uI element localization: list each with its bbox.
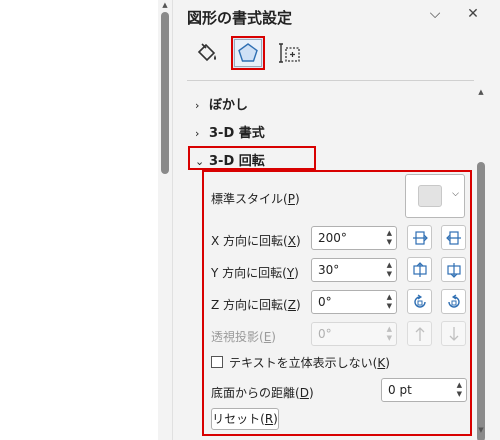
scroll-up-icon[interactable]: ▲ xyxy=(161,1,169,9)
section-3d-format[interactable]: › 3-D 書式 xyxy=(195,122,265,141)
section-blur-label: ぼかし xyxy=(209,98,249,113)
reset-button[interactable]: リセット(R) xyxy=(211,408,279,430)
spinner-arrows-icon[interactable]: ▲ ▼ xyxy=(387,325,392,343)
y-rotation-label: Y 方向に回転(Y) xyxy=(211,266,299,280)
spinner-arrows-icon[interactable]: ▲ ▼ xyxy=(457,381,462,399)
pane-options-chevron-down-icon[interactable]: ⌵ xyxy=(425,6,445,22)
x-rotation-label: X 方向に回転(X) xyxy=(211,234,301,248)
fill-line-icon[interactable] xyxy=(189,36,223,70)
distance-from-ground-input[interactable]: 0 pt ▲ ▼ xyxy=(381,378,467,402)
scroll-down-icon[interactable]: ▼ xyxy=(477,426,485,434)
section-blur[interactable]: › ぼかし xyxy=(195,94,248,113)
perspective-input[interactable]: 0° ▲ ▼ xyxy=(311,322,397,346)
preset-dropdown[interactable]: ⌵ xyxy=(405,174,465,218)
pane-title: 図形の書式設定 xyxy=(187,9,293,27)
z-rotate-counterclockwise-icon[interactable] xyxy=(407,289,432,314)
spinner-arrows-icon[interactable]: ▲ ▼ xyxy=(387,261,392,279)
chevron-right-icon: › xyxy=(195,127,200,140)
preset-label: 標準スタイル(P) xyxy=(211,192,300,206)
scroll-up-icon[interactable]: ▲ xyxy=(477,88,485,96)
x-rotation-input[interactable]: 200° ▲ ▼ xyxy=(311,226,397,250)
screen: ▲ 図形の書式設定 ⌵ ✕ › ぼかし › 3-D 書式 ⌄ 3-D 回転 標準… xyxy=(0,0,500,440)
perspective-label: 透視投影(E) xyxy=(211,330,276,344)
spinner-arrows-icon[interactable]: ▲ ▼ xyxy=(387,293,392,311)
effects-icon[interactable] xyxy=(231,36,265,70)
y-rotation-input[interactable]: 30° ▲ ▼ xyxy=(311,258,397,282)
perspective-narrow-icon[interactable] xyxy=(407,321,432,346)
close-icon[interactable]: ✕ xyxy=(463,6,483,22)
z-rotation-input[interactable]: 0° ▲ ▼ xyxy=(311,290,397,314)
chevron-down-icon: ⌵ xyxy=(452,189,459,199)
z-rotate-clockwise-icon[interactable] xyxy=(441,289,466,314)
y-rotate-up-icon[interactable] xyxy=(407,257,432,282)
highlight-section-header xyxy=(188,146,316,170)
document-area xyxy=(0,0,158,440)
pane-scrollbar[interactable]: ▲ ▼ xyxy=(475,86,487,440)
document-scrollbar[interactable]: ▲ xyxy=(158,0,172,440)
x-rotate-left-icon[interactable] xyxy=(407,225,432,250)
z-rotation-label: Z 方向に回転(Z) xyxy=(211,298,301,312)
document-scroll-thumb[interactable] xyxy=(161,12,169,174)
section-3d-format-label: 3-D 書式 xyxy=(209,126,265,141)
spinner-arrows-icon[interactable]: ▲ ▼ xyxy=(387,229,392,247)
preset-swatch xyxy=(418,185,442,207)
keep-text-flat-checkbox[interactable] xyxy=(211,356,223,368)
x-rotate-right-icon[interactable] xyxy=(441,225,466,250)
format-shape-pane: 図形の書式設定 ⌵ ✕ › ぼかし › 3-D 書式 ⌄ 3-D 回転 標準スタ… xyxy=(172,0,500,440)
distance-from-ground-label: 底面からの距離(D) xyxy=(211,386,314,400)
divider xyxy=(187,80,474,81)
y-rotate-down-icon[interactable] xyxy=(441,257,466,282)
pane-scroll-thumb[interactable] xyxy=(477,162,485,440)
size-properties-icon[interactable] xyxy=(273,36,307,70)
chevron-right-icon: › xyxy=(195,99,200,112)
perspective-widen-icon[interactable] xyxy=(441,321,466,346)
keep-text-flat-label: テキストを立体表示しない(K) xyxy=(229,356,390,370)
